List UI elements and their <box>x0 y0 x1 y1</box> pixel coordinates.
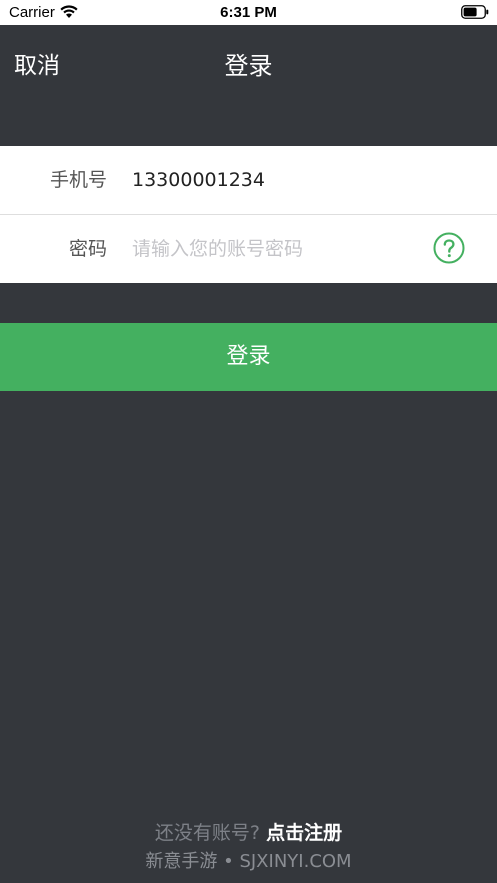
phone-input[interactable] <box>132 162 422 198</box>
status-bar: Carrier 6:31 PM <box>0 0 497 25</box>
question-circle-icon[interactable] <box>433 232 465 264</box>
watermark-text: 新意手游 • SJXINYI.COM <box>145 851 352 872</box>
login-button[interactable]: 登录 <box>0 323 497 391</box>
password-input[interactable] <box>132 231 422 267</box>
register-link[interactable]: 点击注册 <box>266 822 342 844</box>
battery-icon <box>461 5 489 19</box>
password-label: 密码 <box>68 238 107 260</box>
navigation-bar: 取消 登录 <box>0 25 497 105</box>
phone-label: 手机号 <box>49 169 107 191</box>
password-row: 密码 <box>0 215 497 283</box>
phone-row: 手机号 <box>0 146 497 215</box>
page-title: 登录 <box>224 52 273 80</box>
register-prompt-text: 还没有账号? <box>154 822 261 844</box>
login-form: 手机号 密码 <box>0 146 497 283</box>
clock-label: 6:31 PM <box>220 4 277 21</box>
register-prompt-line: 还没有账号? 点击注册 <box>0 820 497 846</box>
